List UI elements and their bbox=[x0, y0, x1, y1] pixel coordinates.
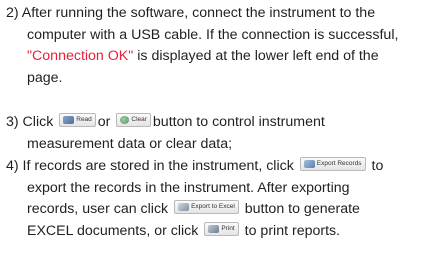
connection-status-text: Connection OK bbox=[32, 48, 129, 65]
export-to-excel-label: Export to Excel bbox=[191, 203, 235, 211]
step-2-line-4: page. bbox=[27, 69, 63, 86]
step-4-to: to bbox=[371, 158, 384, 174]
export-records-button[interactable]: Export Records bbox=[299, 157, 366, 171]
step-4-line-1: 4) If records are stored in the instrume… bbox=[6, 156, 441, 178]
step-4-prefix: 4) If records are stored in the instrume… bbox=[6, 158, 294, 174]
read-button[interactable]: Read bbox=[59, 113, 96, 127]
step-4-line-2: export the records in the instrument. Af… bbox=[27, 179, 350, 196]
clear-button-label: Clear bbox=[131, 116, 147, 123]
step-3-line-1: 3) Click Read or Clear button to control i… bbox=[6, 112, 441, 134]
step-4-line-4: EXCEL documents, or click Print to print… bbox=[6, 221, 441, 243]
print-button[interactable]: Print bbox=[204, 221, 239, 236]
step-4-line-3: records, user can click Export to Excel … bbox=[6, 199, 441, 221]
print-icon bbox=[208, 224, 220, 233]
step-4-line-4-prefix: EXCEL documents, or click bbox=[27, 222, 199, 239]
clear-button[interactable]: Clear bbox=[116, 113, 151, 127]
step-3-suffix: button to control instrument bbox=[152, 114, 325, 130]
step-3-prefix: 3) Click bbox=[6, 114, 54, 130]
step-4-line-4-suffix: to print reports. bbox=[244, 222, 341, 239]
print-label: Print bbox=[221, 224, 235, 232]
clear-icon bbox=[120, 116, 130, 124]
export-records-label: Export Records bbox=[316, 160, 362, 167]
step-2-line-2: computer with a USB cable. If the connec… bbox=[27, 26, 399, 43]
step-3-or: or bbox=[97, 114, 111, 130]
step-3-paragraph: 3) Click Read or Clear button to control i… bbox=[6, 112, 441, 155]
step-2-line-3: "Connection OK" is displayed at the lowe… bbox=[6, 46, 441, 68]
step-4-line-3-suffix: button to generate bbox=[244, 201, 360, 218]
step-2-line-1: 2) After running the software, connect t… bbox=[6, 5, 376, 21]
read-icon bbox=[63, 116, 75, 124]
read-button-label: Read bbox=[76, 116, 92, 123]
export-records-icon bbox=[303, 160, 315, 168]
step-2-line-3-rest: is displayed at the lower left end of th… bbox=[133, 48, 379, 65]
export-excel-icon bbox=[178, 203, 190, 212]
step-4-paragraph: 4) If records are stored in the instrume… bbox=[6, 156, 441, 242]
step-2-paragraph: 2) After running the software, connect t… bbox=[6, 3, 441, 89]
step-4-line-3-prefix: records, user can click bbox=[27, 201, 169, 218]
step-3-line-2: measurement data or clear data; bbox=[27, 135, 233, 152]
export-to-excel-button[interactable]: Export to Excel bbox=[174, 200, 239, 215]
